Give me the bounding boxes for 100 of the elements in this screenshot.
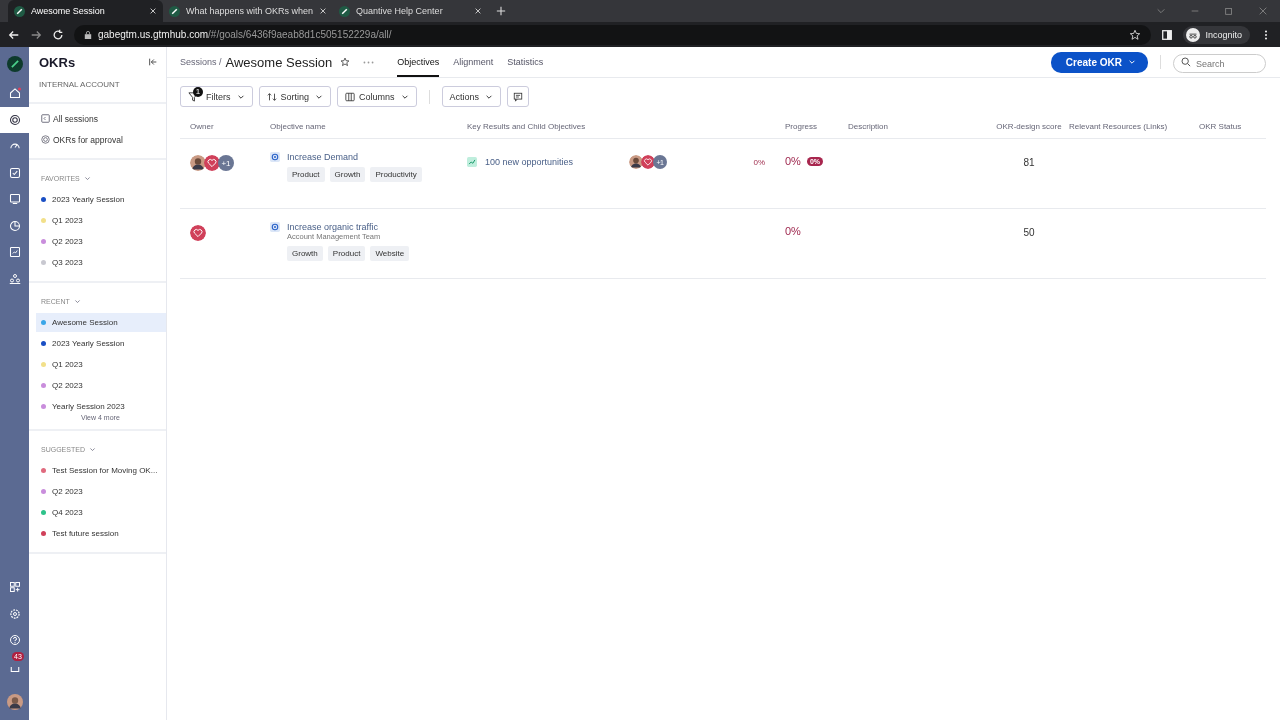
tag[interactable]: Website <box>370 246 410 261</box>
monitor-icon[interactable] <box>8 193 21 206</box>
breadcrumb-link[interactable]: Sessions / <box>180 57 222 67</box>
session-item[interactable]: Q2 2023 <box>29 376 166 395</box>
session-item[interactable]: Q2 2023 <box>29 482 166 501</box>
target-icon[interactable] <box>8 113 21 126</box>
pie-chart-icon[interactable] <box>8 219 21 232</box>
people-icon[interactable] <box>8 272 21 285</box>
progress-value: 0% <box>785 225 801 237</box>
tag[interactable]: Product <box>327 246 366 261</box>
close-icon[interactable] <box>474 7 483 15</box>
columns-button[interactable]: Columns <box>337 86 417 107</box>
chevron-down-icon[interactable] <box>73 297 81 305</box>
sort-icon <box>266 91 277 102</box>
columns-icon <box>345 91 356 102</box>
session-item[interactable]: Yearly Session 2023 <box>29 397 166 416</box>
objective-link[interactable]: Increase organic traffic <box>287 222 378 232</box>
session-item[interactable]: Q3 2023 <box>29 253 166 272</box>
heart-avatar <box>641 155 655 169</box>
sidebar-link[interactable]: All sessions <box>29 108 166 129</box>
progress-value: 0% <box>785 155 801 167</box>
page-title: Awesome Session <box>225 54 333 70</box>
side-panel-icon[interactable] <box>1161 28 1174 41</box>
design-score: 81 <box>1023 157 1035 168</box>
chevron-down-icon <box>1128 58 1136 66</box>
more-owners-badge: +1 <box>218 155 234 171</box>
percent-label: 0% <box>753 157 765 167</box>
tag[interactable]: Product <box>287 167 325 182</box>
incognito-icon <box>1186 27 1201 42</box>
sorting-button[interactable]: Sorting <box>258 86 332 107</box>
site-icon <box>339 5 351 17</box>
session-item[interactable]: 2023 Yearly Session <box>29 334 166 353</box>
collapse-icon[interactable] <box>148 57 158 67</box>
view-tab[interactable]: Objectives <box>397 47 440 77</box>
session-item[interactable]: Q4 2023 <box>29 503 166 522</box>
heart-avatar <box>204 155 220 171</box>
tag[interactable]: Growth <box>287 246 323 261</box>
actions-button[interactable]: Actions <box>441 86 502 107</box>
tag[interactable]: Productivity <box>370 167 422 182</box>
session-item[interactable]: Test future session <box>29 524 166 543</box>
session-item[interactable]: Test Session for Moving OK... <box>29 461 166 480</box>
filters-button[interactable]: 1 Filters <box>180 86 253 107</box>
search-field[interactable]: Search <box>1173 54 1266 73</box>
trend-icon <box>467 157 477 167</box>
restore-icon[interactable] <box>1224 6 1234 16</box>
reload-icon[interactable] <box>52 28 64 41</box>
list-icon <box>41 114 50 123</box>
avatar <box>629 155 643 169</box>
address-bar[interactable]: gabegtm.us.gtmhub.com/#/goals/6436f9aeab8d1c505152229a/all/ <box>74 24 1152 45</box>
session-item[interactable]: Awesome Session <box>36 313 166 332</box>
forward-icon[interactable] <box>30 28 42 41</box>
heart-avatar <box>190 225 206 241</box>
column-header: Description <box>848 121 889 131</box>
session-item[interactable]: Q2 2023 <box>29 232 166 251</box>
session-item[interactable]: Q1 2023 <box>29 211 166 230</box>
session-item[interactable]: Q1 2023 <box>29 355 166 374</box>
target-icon <box>270 152 280 162</box>
objective-link[interactable]: Increase Demand <box>287 152 359 162</box>
back-icon[interactable] <box>8 28 20 41</box>
avatar <box>190 155 206 171</box>
new-tab-icon[interactable] <box>496 6 507 16</box>
column-header: Owner <box>190 121 215 131</box>
logo-icon[interactable] <box>6 56 23 72</box>
sidebar-link[interactable]: OKRs for approval <box>29 129 166 150</box>
site-icon <box>14 5 25 17</box>
star-icon[interactable] <box>340 57 351 67</box>
site-icon <box>169 5 180 17</box>
target-icon <box>270 222 280 232</box>
profile-button[interactable]: Incognito <box>1183 25 1250 44</box>
user-avatar[interactable] <box>6 694 23 710</box>
column-header: Progress <box>785 121 818 131</box>
view-tab[interactable]: Alignment <box>453 47 494 77</box>
design-score: 50 <box>1023 227 1035 238</box>
create-okr-button[interactable]: Create OKR <box>1050 51 1148 73</box>
key-result-link[interactable]: 100 new opportunities <box>485 157 621 167</box>
comment-icon <box>513 91 524 102</box>
lock-icon <box>84 29 92 40</box>
apps-icon[interactable] <box>8 581 21 594</box>
settings-icon[interactable] <box>8 607 21 620</box>
report-icon[interactable] <box>8 246 21 259</box>
browser-tab[interactable]: What happens with OKRs when <box>163 0 334 22</box>
column-header: OKR-design score <box>995 121 1063 131</box>
browser-tab[interactable]: Awesome Session <box>8 0 163 22</box>
checkbox-icon[interactable] <box>8 166 21 179</box>
column-header: Key Results and Child Objectives <box>467 121 587 131</box>
session-item[interactable]: 2023 Yearly Session <box>29 190 166 209</box>
column-header: Objective name <box>270 121 327 131</box>
tag[interactable]: Growth <box>329 167 366 182</box>
sidebar-title: OKRs <box>39 54 77 70</box>
chevron-down-icon[interactable] <box>83 174 91 182</box>
view-tab[interactable]: Statistics <box>507 47 544 77</box>
column-header: OKR Status <box>1199 121 1243 131</box>
close-icon[interactable] <box>319 7 328 15</box>
browser-tab[interactable]: Quantive Help Center <box>333 0 489 22</box>
home-icon[interactable] <box>8 87 21 100</box>
chevron-down-icon[interactable] <box>88 445 96 453</box>
help-icon[interactable] <box>8 634 21 647</box>
comment-button[interactable] <box>507 86 530 107</box>
close-icon[interactable] <box>149 7 157 15</box>
account-label: INTERNAL ACCOUNT <box>29 77 166 104</box>
